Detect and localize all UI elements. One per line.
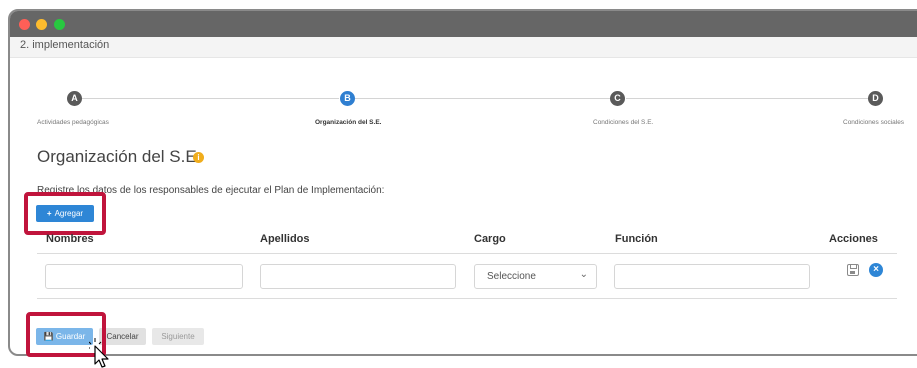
header-funcion: Función — [615, 233, 658, 245]
header-acciones: Acciones — [829, 233, 878, 245]
stepper-line — [626, 98, 868, 99]
delete-row-icon[interactable]: × — [869, 263, 883, 277]
close-window-dot[interactable] — [19, 19, 30, 30]
step-a-label: Actividades pedagógicas — [37, 119, 109, 126]
step-b-label: Organización del S.E. — [315, 119, 382, 126]
browser-window: 2. implementación — [8, 9, 917, 356]
funcion-field[interactable] — [615, 265, 813, 290]
breadcrumb-bar: 2. implementación — [10, 37, 917, 58]
header-nombres: Nombres — [46, 233, 94, 245]
cargo-select-value: Seleccione — [487, 271, 536, 282]
apellidos-field[interactable] — [261, 265, 459, 290]
next-button[interactable]: Siguiente — [152, 328, 204, 345]
section-title: Organización del S.E. — [37, 147, 202, 166]
highlight-box-add — [24, 192, 106, 235]
step-c-label: Condiciones del S.E. — [593, 119, 654, 126]
stepper-line — [82, 98, 339, 99]
header-cargo: Cargo — [474, 233, 506, 245]
step-b-circle[interactable]: B — [340, 91, 355, 106]
step-a-circle[interactable]: A — [67, 91, 82, 106]
maximize-window-dot[interactable] — [54, 19, 65, 30]
apellidos-input[interactable] — [260, 264, 459, 290]
table-header-divider — [37, 253, 897, 254]
stepper-line — [355, 98, 610, 99]
step-d-circle[interactable]: D — [868, 91, 883, 106]
cargo-select[interactable]: Seleccione ⌄ — [474, 264, 597, 289]
breadcrumb: 2. implementación — [20, 39, 110, 51]
mouse-cursor-icon — [89, 338, 109, 368]
chevron-down-icon: ⌄ — [579, 269, 588, 280]
nombres-input[interactable] — [45, 264, 246, 290]
header-apellidos: Apellidos — [260, 233, 310, 245]
nombres-field[interactable] — [46, 265, 246, 290]
table-row-divider — [37, 298, 897, 299]
funcion-input[interactable] — [614, 264, 813, 290]
step-c-circle[interactable]: C — [610, 91, 625, 106]
title-bar — [10, 11, 917, 37]
step-d-label: Condiciones sociales — [843, 119, 905, 126]
save-row-icon[interactable] — [847, 264, 859, 276]
minimize-window-dot[interactable] — [36, 19, 47, 30]
info-icon[interactable]: i — [193, 152, 204, 163]
